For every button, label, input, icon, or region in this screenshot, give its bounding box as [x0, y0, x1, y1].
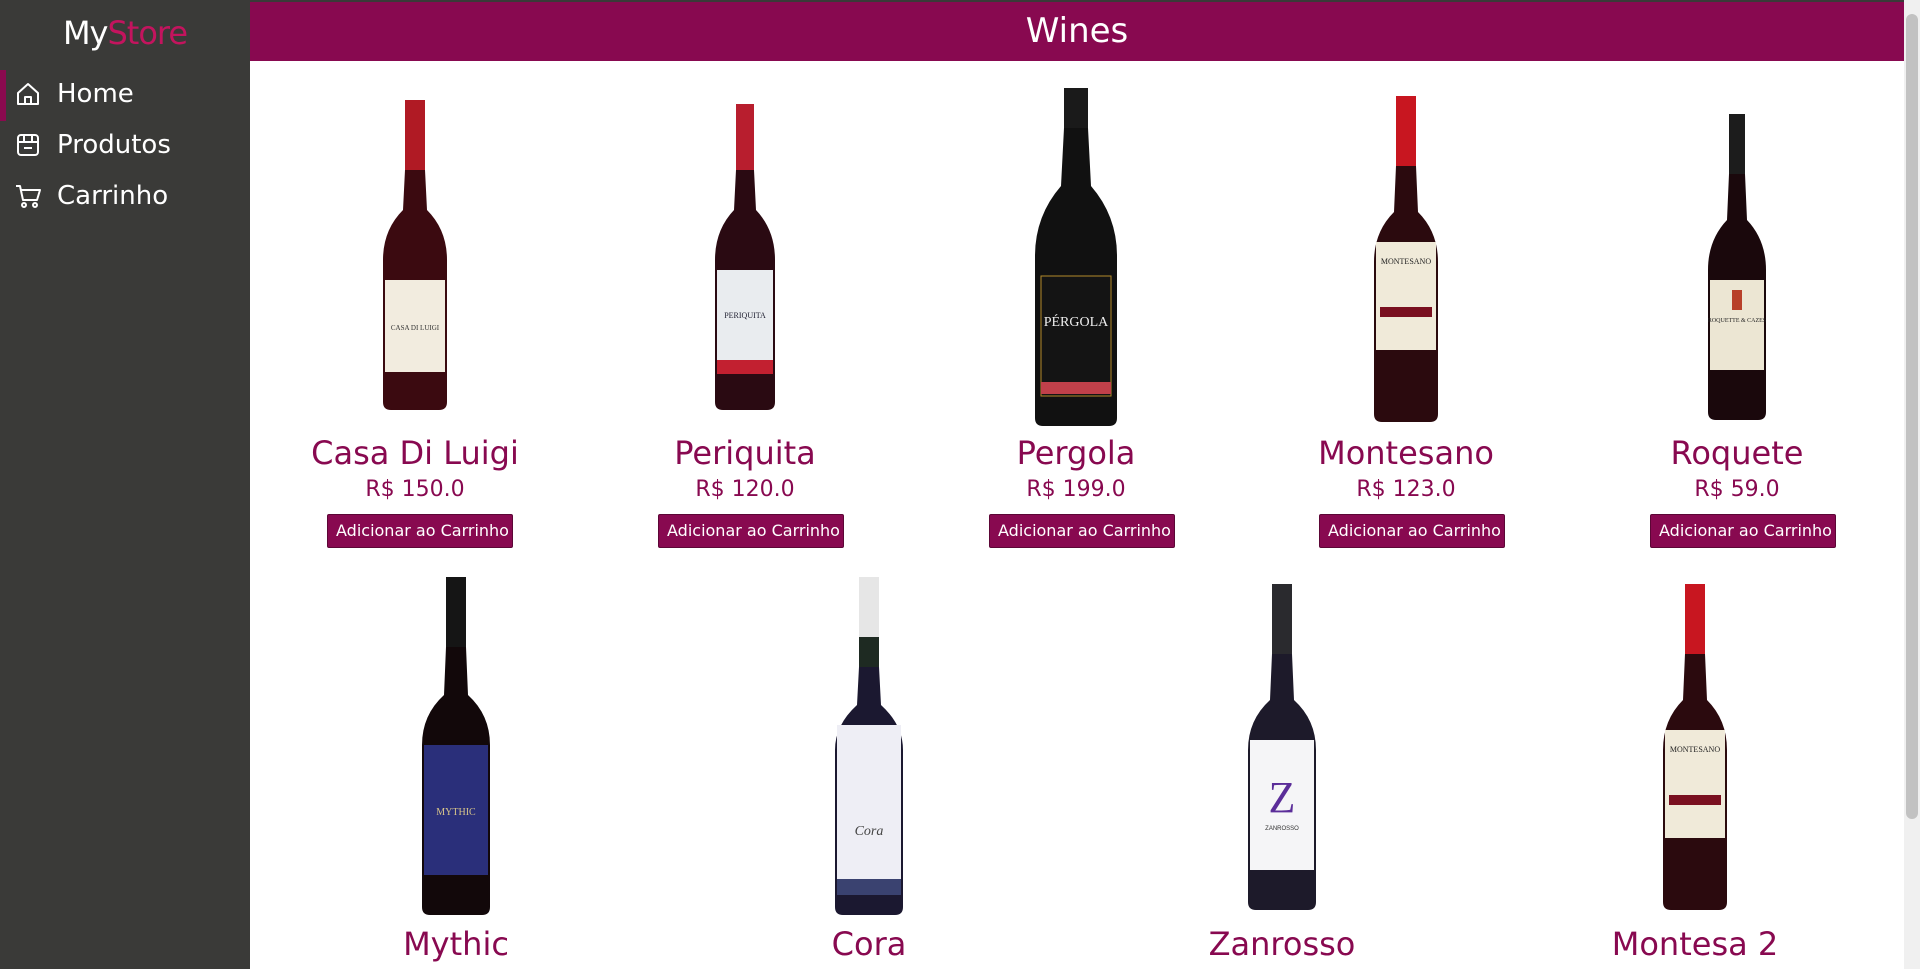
sidebar: MyStore Home Produtos Carrinho	[0, 0, 250, 969]
svg-text:CASA DI LUIGI: CASA DI LUIGI	[391, 324, 440, 332]
product-price: R$ 150.0	[365, 477, 465, 502]
svg-text:PERIQUITA: PERIQUITA	[724, 311, 766, 320]
product-card: MONTESANO Montesano R$ 123.0 Adicionar a…	[1296, 92, 1516, 560]
svg-text:Z: Z	[1269, 773, 1296, 822]
store-icon	[17, 134, 39, 156]
svg-text:ZANROSSO: ZANROSSO	[1265, 826, 1299, 832]
product-name: Mythic	[403, 925, 509, 963]
wine-bottle-image: ROQUETTE & CAZES	[1708, 114, 1766, 420]
wine-bottle-image: MONTESANO	[1374, 96, 1438, 422]
wine-bottle-image: PÉRGOLA	[1035, 88, 1117, 426]
svg-text:MONTESANO: MONTESANO	[1670, 745, 1720, 754]
product-card: Cora Cora	[759, 575, 979, 969]
sidebar-item-produtos[interactable]: Produtos	[0, 121, 250, 172]
add-to-cart-button[interactable]: Adicionar ao Carrinho	[1650, 514, 1836, 548]
add-to-cart-button[interactable]: Adicionar ao Carrinho	[327, 514, 513, 548]
svg-text:Cora: Cora	[855, 824, 884, 839]
add-to-cart-button[interactable]: Adicionar ao Carrinho	[658, 514, 844, 548]
svg-text:MYTHIC: MYTHIC	[436, 807, 476, 818]
wine-bottle-image: Cora	[835, 577, 903, 915]
product-name: Roquete	[1670, 434, 1804, 472]
wine-bottle-image: CASA DI LUIGI	[383, 100, 447, 410]
logo-text-store: Store	[107, 14, 188, 52]
product-card: PERIQUITA Periquita R$ 120.0 Adicionar a…	[635, 90, 855, 560]
product-name: Cora	[831, 925, 907, 963]
product-card: CASA DI LUIGI Casa Di Luigi R$ 150.0 Adi…	[305, 90, 525, 560]
scrollbar-thumb[interactable]	[1906, 14, 1918, 819]
svg-text:PÉRGOLA: PÉRGOLA	[1044, 313, 1109, 330]
logo-text-my: My	[62, 14, 109, 52]
page-header: Wines	[250, 2, 1904, 61]
product-card: PÉRGOLA Pergola R$ 199.0 Adicionar ao Ca…	[966, 86, 1186, 560]
product-price: R$ 120.0	[695, 477, 795, 502]
logo[interactable]: MyStore	[0, 14, 250, 52]
product-price: R$ 59.0	[1694, 477, 1780, 502]
add-to-cart-button[interactable]: Adicionar ao Carrinho	[1319, 514, 1505, 548]
home-icon	[17, 83, 39, 105]
sidebar-item-home[interactable]: Home	[0, 70, 250, 121]
wine-bottle-image: MYTHIC	[422, 577, 490, 915]
wine-bottle-image: PERIQUITA	[715, 104, 775, 410]
product-name: Montesano	[1318, 434, 1494, 472]
svg-text:MONTESANO: MONTESANO	[1381, 257, 1431, 266]
active-indicator	[0, 70, 6, 121]
product-card: ROQUETTE & CAZES Roquete R$ 59.0 Adicion…	[1627, 110, 1847, 560]
product-card: Z ZANROSSO Zanrosso	[1172, 580, 1392, 969]
sidebar-item-label: Produtos	[57, 130, 171, 160]
page-title: Wines	[1025, 11, 1129, 51]
product-name: Periquita	[674, 434, 816, 472]
sidebar-item-label: Home	[57, 79, 134, 109]
wine-bottle-image: Z ZANROSSO	[1248, 584, 1316, 910]
cart-icon	[16, 185, 41, 208]
product-name: Montesa 2	[1611, 925, 1779, 963]
product-price: R$ 199.0	[1026, 477, 1126, 502]
sidebar-item-label: Carrinho	[57, 181, 169, 211]
product-name: Zanrosso	[1208, 925, 1356, 963]
wine-bottle-image: MONTESANO	[1663, 584, 1727, 910]
product-card: MYTHIC Mythic	[346, 575, 566, 969]
product-name: Pergola	[1016, 434, 1136, 472]
add-to-cart-button[interactable]: Adicionar ao Carrinho	[989, 514, 1175, 548]
product-price: R$ 123.0	[1356, 477, 1456, 502]
svg-text:ROQUETTE & CAZES: ROQUETTE & CAZES	[1708, 318, 1766, 324]
product-card: MONTESANO Montesa 2	[1585, 580, 1805, 969]
sidebar-item-carrinho[interactable]: Carrinho	[0, 172, 250, 223]
sidebar-nav: Home Produtos Carrinho	[0, 70, 250, 223]
product-name: Casa Di Luigi	[311, 434, 519, 472]
